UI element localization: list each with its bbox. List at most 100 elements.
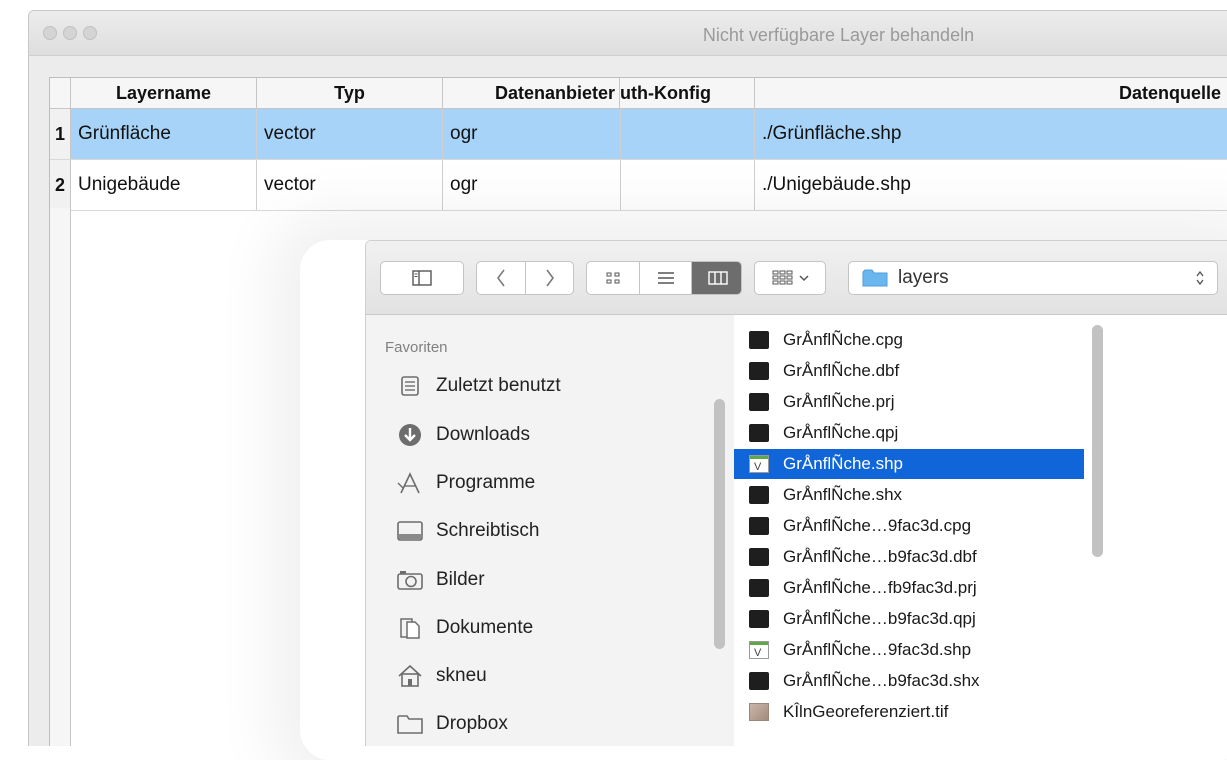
sidebar-item-programme[interactable]: Programme bbox=[396, 466, 535, 500]
file-item[interactable]: GrÅnflÑche…9fac3d.cpg bbox=[734, 511, 1084, 541]
sidebar-item-downloads[interactable]: Downloads bbox=[396, 418, 530, 452]
updown-chevron-icon bbox=[1196, 270, 1204, 286]
file-item[interactable]: KÎlnGeoreferenziert.tif bbox=[734, 697, 1084, 727]
sidebar-item-label: skneu bbox=[436, 665, 487, 686]
executable-file-icon bbox=[749, 331, 769, 349]
recents-icon bbox=[396, 374, 424, 398]
sidebar-item-label: Dropbox bbox=[436, 713, 508, 734]
row-header-column bbox=[50, 208, 71, 746]
image-file-icon bbox=[749, 703, 769, 721]
file-item[interactable]: GrÅnflÑche.shx bbox=[734, 480, 1084, 510]
arrange-grid-icon bbox=[772, 270, 792, 285]
cell-layername[interactable]: Unigebäude bbox=[71, 160, 257, 210]
cell-typ[interactable]: vector bbox=[257, 109, 443, 159]
file-name: KÎlnGeoreferenziert.tif bbox=[783, 702, 949, 721]
sidebar-item-label: Bilder bbox=[436, 569, 485, 590]
sidebar-header: Favoriten bbox=[385, 339, 448, 356]
column-header-auth-konfig[interactable]: Auth-Konfig bbox=[621, 78, 755, 108]
desktop-icon bbox=[396, 519, 424, 543]
svg-text:V: V bbox=[754, 647, 762, 658]
file-name: GrÅnflÑche.dbf bbox=[783, 361, 900, 380]
cell-datenquelle[interactable]: ./Grünfläche.shp bbox=[755, 109, 1227, 159]
file-name: GrÅnflÑche…fb9fac3d.prj bbox=[783, 578, 977, 597]
sidebar-item-schreibtisch[interactable]: Schreibtisch bbox=[396, 514, 540, 548]
cell-auth-konfig[interactable] bbox=[621, 109, 755, 159]
file-column: GrÅnflÑche.cpg GrÅnflÑche.dbf GrÅnflÑche… bbox=[734, 315, 1094, 746]
grid-icon bbox=[606, 272, 620, 284]
svg-text:V: V bbox=[754, 461, 762, 472]
sidebar-item-dokumente[interactable]: Dokumente bbox=[396, 611, 533, 645]
cell-datenanbieter[interactable]: ogr bbox=[443, 160, 621, 210]
file-item[interactable]: GrÅnflÑche.prj bbox=[734, 387, 1084, 417]
file-name: GrÅnflÑche…b9fac3d.dbf bbox=[783, 547, 977, 566]
corner-cell bbox=[50, 78, 71, 108]
sidebar-item-label: Dokumente bbox=[436, 617, 534, 638]
file-name: GrÅnflÑche.qpj bbox=[783, 423, 899, 442]
sidebar-icon bbox=[412, 270, 432, 286]
list-view-button[interactable] bbox=[640, 262, 692, 294]
file-name: GrÅnflÑche…9fac3d.cpg bbox=[783, 516, 972, 535]
qgis-file-icon: V bbox=[749, 455, 769, 473]
sidebar-item-skneu[interactable]: skneu bbox=[396, 659, 487, 693]
executable-file-icon bbox=[749, 579, 769, 597]
arrange-menu-button[interactable] bbox=[754, 261, 826, 295]
chevron-down-icon bbox=[798, 275, 809, 282]
table-row[interactable]: 2 Unigebäude vector ogr ./Unigebäude.shp bbox=[50, 160, 1227, 211]
table-header: Layername Typ Datenanbieter Auth-Konfig … bbox=[50, 78, 1227, 109]
finder-toolbar: layers bbox=[366, 241, 1227, 315]
forward-button[interactable] bbox=[526, 262, 574, 294]
documents-icon bbox=[396, 616, 424, 640]
home-icon bbox=[396, 664, 424, 688]
applications-icon bbox=[396, 471, 424, 495]
finder-sidebar: Favoriten Zuletzt benutzt Downloads Prog… bbox=[366, 315, 735, 746]
row-number[interactable]: 1 bbox=[50, 109, 71, 159]
executable-file-icon bbox=[749, 672, 769, 690]
cell-auth-konfig[interactable] bbox=[621, 160, 755, 210]
executable-file-icon bbox=[749, 362, 769, 380]
icon-view-button[interactable] bbox=[587, 262, 640, 294]
row-number[interactable]: 2 bbox=[50, 160, 71, 210]
sidebar-item-bilder[interactable]: Bilder bbox=[396, 563, 485, 597]
column-header-typ[interactable]: Typ bbox=[257, 78, 443, 108]
executable-file-icon bbox=[749, 517, 769, 535]
cell-datenanbieter[interactable]: ogr bbox=[443, 109, 621, 159]
back-button[interactable] bbox=[477, 262, 526, 294]
executable-file-icon bbox=[749, 610, 769, 628]
back-forward-control bbox=[476, 261, 574, 295]
sidebar-toggle-button[interactable] bbox=[380, 261, 464, 295]
executable-file-icon bbox=[749, 393, 769, 411]
executable-file-icon bbox=[749, 486, 769, 504]
column-header-layername[interactable]: Layername bbox=[71, 78, 257, 108]
file-name: GrÅnflÑche.prj bbox=[783, 392, 895, 411]
column-header-datenquelle[interactable]: Datenquelle bbox=[755, 78, 1227, 108]
table-row[interactable]: 1 Grünfläche vector ogr ./Grünfläche.shp bbox=[50, 109, 1227, 160]
column-header-datenanbieter[interactable]: Datenanbieter bbox=[443, 78, 620, 108]
file-column-scrollbar[interactable] bbox=[1092, 325, 1103, 557]
file-item[interactable]: GrÅnflÑche.dbf bbox=[734, 356, 1084, 386]
file-item[interactable]: GrÅnflÑche…b9fac3d.dbf bbox=[734, 542, 1084, 572]
cell-datenquelle[interactable]: ./Unigebäude.shp bbox=[755, 160, 1227, 210]
chevron-right-icon bbox=[546, 269, 554, 287]
downloads-icon bbox=[396, 423, 424, 447]
list-icon bbox=[657, 272, 674, 284]
cell-typ[interactable]: vector bbox=[257, 160, 443, 210]
camera-icon bbox=[396, 568, 424, 592]
qgis-file-icon: V bbox=[749, 641, 769, 659]
path-popup[interactable]: layers bbox=[848, 261, 1218, 295]
sidebar-item-label: Programme bbox=[436, 472, 536, 493]
sidebar-item-label: Zuletzt benutzt bbox=[436, 375, 561, 396]
file-item-selected[interactable]: V GrÅnflÑche.shp bbox=[734, 449, 1084, 479]
sidebar-item-recents[interactable]: Zuletzt benutzt bbox=[396, 369, 561, 403]
file-item[interactable]: GrÅnflÑche.qpj bbox=[734, 418, 1084, 448]
file-item[interactable]: GrÅnflÑche…b9fac3d.qpj bbox=[734, 604, 1084, 634]
cell-layername[interactable]: Grünfläche bbox=[71, 109, 257, 159]
sidebar-item-label: Downloads bbox=[436, 424, 530, 445]
sidebar-scrollbar[interactable] bbox=[714, 399, 725, 649]
sidebar-item-dropbox[interactable]: Dropbox bbox=[396, 707, 508, 741]
file-item[interactable]: GrÅnflÑche.cpg bbox=[734, 325, 1084, 355]
file-item[interactable]: GrÅnflÑche…fb9fac3d.prj bbox=[734, 573, 1084, 603]
column-view-button[interactable] bbox=[692, 262, 741, 294]
file-open-sheet: layers Favoriten Zuletzt benutzt Downloa… bbox=[365, 240, 1227, 746]
file-item[interactable]: GrÅnflÑche…b9fac3d.shx bbox=[734, 666, 1084, 696]
file-item[interactable]: V GrÅnflÑche…9fac3d.shp bbox=[734, 635, 1084, 665]
